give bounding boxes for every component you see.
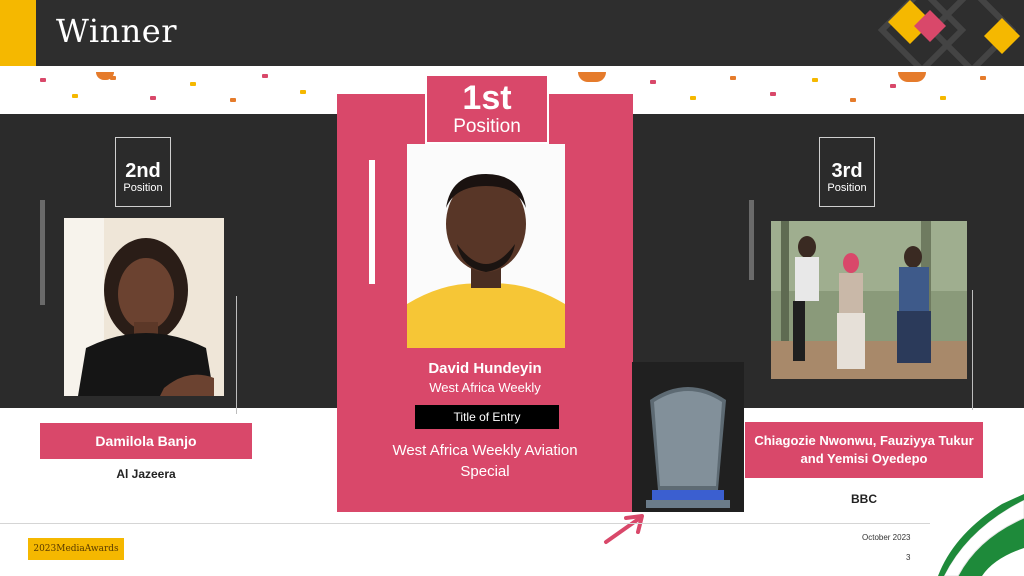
header-bar: Winner (0, 0, 1024, 66)
divider-bar (749, 200, 754, 280)
third-winners-names: Chiagozie Nwonwu, Fauziyya Tukur and Yem… (745, 422, 983, 478)
divider-line (972, 290, 973, 410)
diamond-pattern-icon (877, 0, 1020, 66)
third-position-word: Position (827, 182, 867, 194)
third-winners-photo (771, 221, 967, 379)
divider-line (236, 296, 237, 414)
footer-divider (0, 523, 930, 524)
second-rank: 2nd (125, 160, 161, 182)
first-position-badge: 1st Position (425, 74, 549, 144)
first-winner-photo (407, 144, 565, 348)
first-position-word: Position (453, 116, 521, 137)
first-winner-outlet: West Africa Weekly (429, 380, 541, 395)
second-winner-outlet: Al Jazeera (116, 467, 176, 481)
entry-title-label: Title of Entry (415, 405, 559, 429)
flag-ribbon-icon (938, 494, 1024, 576)
first-rank: 1st (462, 79, 512, 117)
page-title: Winner (56, 12, 178, 50)
trophy-photo (632, 362, 744, 512)
second-position-box: 2nd Position (115, 137, 171, 207)
second-winner-photo (64, 218, 224, 396)
third-rank: 3rd (831, 160, 863, 182)
second-position-word: Position (123, 182, 163, 194)
first-winner-name: David Hundeyin (428, 360, 542, 377)
pointer-arrow-icon (604, 514, 644, 544)
awards-logo: 2023MediaAwards (28, 538, 124, 560)
divider-bar (40, 200, 45, 305)
card-accent-bar (369, 160, 375, 284)
page-number: 3 (906, 553, 911, 562)
second-winner-name: Damilola Banjo (40, 423, 252, 459)
footer-date: October 2023 (862, 533, 911, 542)
entry-title: West Africa Weekly Aviation Special (392, 442, 578, 480)
third-position-box: 3rd Position (819, 137, 875, 207)
header-accent (0, 0, 36, 66)
